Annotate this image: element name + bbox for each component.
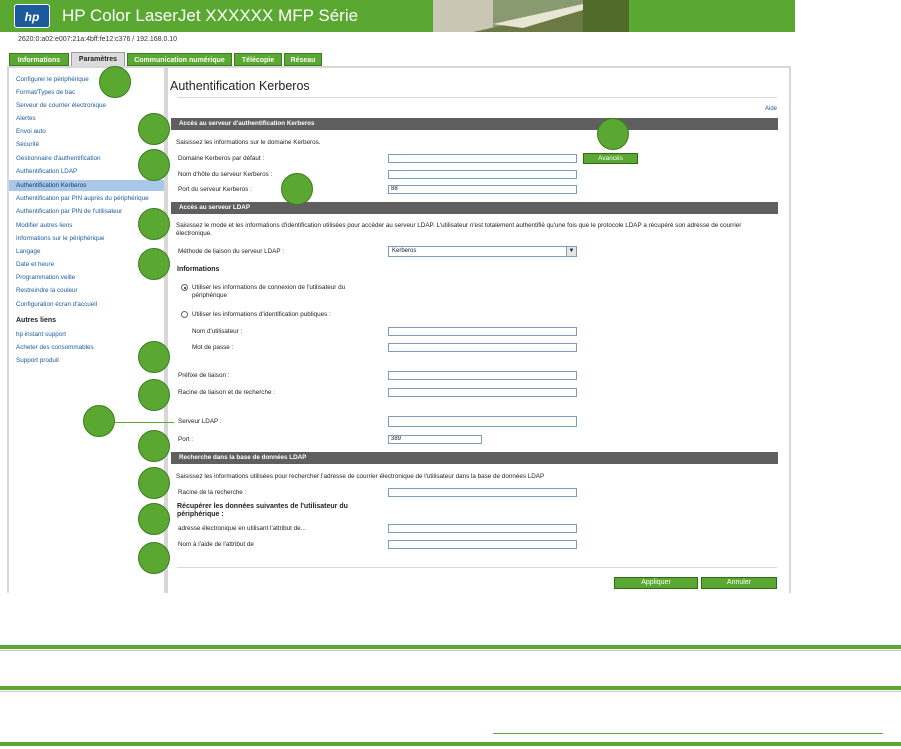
sidebar-item-securite[interactable]: Sécurité: [16, 140, 39, 149]
sidebar-item-serveur-courrier[interactable]: Serveur de courrier électronique: [16, 101, 106, 110]
tab-parametres[interactable]: Paramètres: [71, 52, 125, 67]
sidebar-item-modifier-liens[interactable]: Modifier autres liens: [16, 221, 72, 230]
sidebar-item-date-heure[interactable]: Date et heure: [16, 260, 54, 269]
bind-prefix-label: Préfixe de liaison :: [178, 372, 230, 379]
credentials-header: Informations: [177, 266, 220, 273]
kerberos-section-bar: Accès au serveur d'authentification Kerb…: [171, 118, 778, 130]
kerberos-domain-label: Domaine Kerberos par défaut :: [178, 155, 265, 162]
document-rule-middle-shadow: [0, 691, 901, 692]
email-attr-input[interactable]: [388, 524, 577, 533]
footer-divider: [177, 567, 777, 568]
username-input[interactable]: [388, 327, 577, 336]
sidebar-item-ecran-accueil[interactable]: Configuration écran d'accueil: [16, 300, 97, 309]
sidebar-item-informations-peripherique[interactable]: Informations sur le périphérique: [16, 234, 105, 243]
option-public-label: Utiliser les informations d'identificati…: [192, 311, 331, 318]
sidebar-link-hp-support[interactable]: hp instant support: [16, 330, 66, 339]
tab-telecopie[interactable]: Télécopie: [234, 53, 282, 66]
sidebar-item-veille[interactable]: Programmation veille: [16, 273, 75, 282]
callout-marker-2: [138, 113, 170, 145]
callout-marker-3: [597, 118, 629, 150]
password-input[interactable]: [388, 343, 577, 352]
ldap-port-label: Port :: [178, 436, 194, 443]
bind-method-select[interactable]: Kerberos ▼: [388, 246, 577, 257]
apply-button[interactable]: Appliquer: [614, 577, 698, 589]
callout-leader-line: [114, 422, 174, 423]
tab-informations[interactable]: Informations: [9, 53, 69, 66]
password-label: Mot de passe :: [192, 344, 234, 351]
help-link[interactable]: Aide: [765, 106, 777, 112]
device-address: 2620:0:a02:e007:21a:4bff:fe12:c376 / 192…: [18, 36, 178, 43]
chevron-down-icon[interactable]: ▼: [566, 247, 576, 256]
callout-marker-4: [138, 149, 170, 181]
ldap-search-intro: Saisissez les informations utilisées pou…: [176, 473, 545, 480]
callout-marker-10: [83, 405, 115, 437]
kerberos-port-label: Port du serveur Kerberos :: [178, 186, 252, 193]
sidebar-item-pin-peripherique[interactable]: Authentification par PIN auprès du périp…: [16, 194, 149, 203]
bind-root-input[interactable]: [388, 388, 577, 397]
callout-marker-6: [138, 208, 170, 240]
hp-logo: hp: [14, 4, 50, 28]
kerberos-host-label: Nom d'hôte du serveur Kerberos :: [178, 171, 273, 178]
ldap-access-intro: Saisissez le mode et les informations d'…: [176, 222, 742, 237]
search-root-input[interactable]: [388, 488, 577, 497]
bind-method-label: Méthode de liaison du serveur LDAP :: [178, 248, 284, 255]
name-attr-label: Nom à l'aide de l'attribut de: [178, 541, 254, 548]
kerberos-host-input[interactable]: [388, 170, 577, 179]
sidebar-item-ldap[interactable]: Authentification LDAP: [16, 167, 77, 176]
callout-marker-13: [138, 503, 170, 535]
ldap-search-section-bar: Recherche dans la base de données LDAP: [171, 452, 778, 464]
sidebar-item-langage[interactable]: Langage: [16, 247, 41, 256]
document-rule-top-shadow: [0, 650, 901, 651]
search-root-label: Racine de la recherche :: [178, 489, 247, 496]
document-rule-middle: [0, 686, 901, 690]
callout-marker-8: [138, 341, 170, 373]
name-attr-input[interactable]: [388, 540, 577, 549]
radio-device-user[interactable]: [181, 284, 188, 291]
advanced-button[interactable]: Avancés: [583, 153, 638, 164]
cancel-button[interactable]: Annuler: [701, 577, 777, 589]
title-divider: [177, 97, 777, 98]
sidebar-item-alertes[interactable]: Alertes: [16, 114, 36, 123]
sidebar-item-pin-utilisateur[interactable]: Authentification par PIN de l'utilisateu…: [16, 207, 122, 216]
document-rule-top: [0, 645, 901, 649]
bind-method-value: Kerberos: [392, 248, 417, 254]
bind-root-label: Racine de liaison et de recherche :: [178, 389, 275, 396]
callout-marker-5: [281, 173, 313, 205]
sidebar-link-support-produit[interactable]: Support produit: [16, 356, 59, 365]
ldap-port-input[interactable]: 389: [388, 435, 482, 444]
header-photo: [433, 0, 629, 32]
username-label: Nom d'utilisateur :: [192, 328, 243, 335]
bind-prefix-input[interactable]: [388, 371, 577, 380]
radio-public-credentials[interactable]: [181, 311, 188, 318]
document-underline: [493, 733, 883, 734]
other-links-header: Autres liens: [16, 317, 57, 324]
product-title: HP Color LaserJet XXXXXX MFP Série: [62, 6, 359, 25]
email-attr-label: adresse électronique en utilisant l'attr…: [178, 525, 306, 532]
sidebar-item-envoi-auto[interactable]: Envoi auto: [16, 127, 46, 136]
sidebar-link-consommables[interactable]: Acheter des consommables: [16, 343, 94, 352]
tab-reseau[interactable]: Réseau: [284, 53, 322, 66]
sidebar-item-configurer[interactable]: Configurer le périphérique: [16, 75, 89, 84]
tab-communication-numerique[interactable]: Communication numérique: [127, 53, 232, 66]
document-rule-bottom: [0, 742, 901, 746]
retrieve-header: Récupérer les données suivantes de l'uti…: [177, 503, 348, 518]
kerberos-domain-input[interactable]: [388, 154, 577, 163]
ldap-access-section-bar: Accès au serveur LDAP: [171, 202, 778, 214]
callout-marker-14: [138, 542, 170, 574]
callout-marker-12: [138, 467, 170, 499]
sidebar-item-kerberos[interactable]: Authentification Kerberos: [9, 180, 164, 191]
callout-marker-7: [138, 248, 170, 280]
ldap-server-label: Serveur LDAP :: [178, 418, 222, 425]
callout-marker-9: [138, 379, 170, 411]
page-title: Authentification Kerberos: [170, 79, 310, 93]
sidebar-item-gestionnaire[interactable]: Gestionnaire d'authentification: [16, 154, 101, 163]
sidebar-item-restreindre-couleur[interactable]: Restreindre la couleur: [16, 286, 78, 295]
kerberos-port-input[interactable]: 88: [388, 185, 577, 194]
callout-marker-1: [99, 66, 131, 98]
ldap-server-input[interactable]: [388, 416, 577, 427]
sidebar-item-format-types[interactable]: Format/Types de bac: [16, 88, 75, 97]
kerberos-intro: Saisissez les informations sur le domain…: [176, 139, 321, 146]
option-device-user-label: Utiliser les informations de connexion d…: [192, 284, 346, 299]
callout-marker-11: [138, 430, 170, 462]
